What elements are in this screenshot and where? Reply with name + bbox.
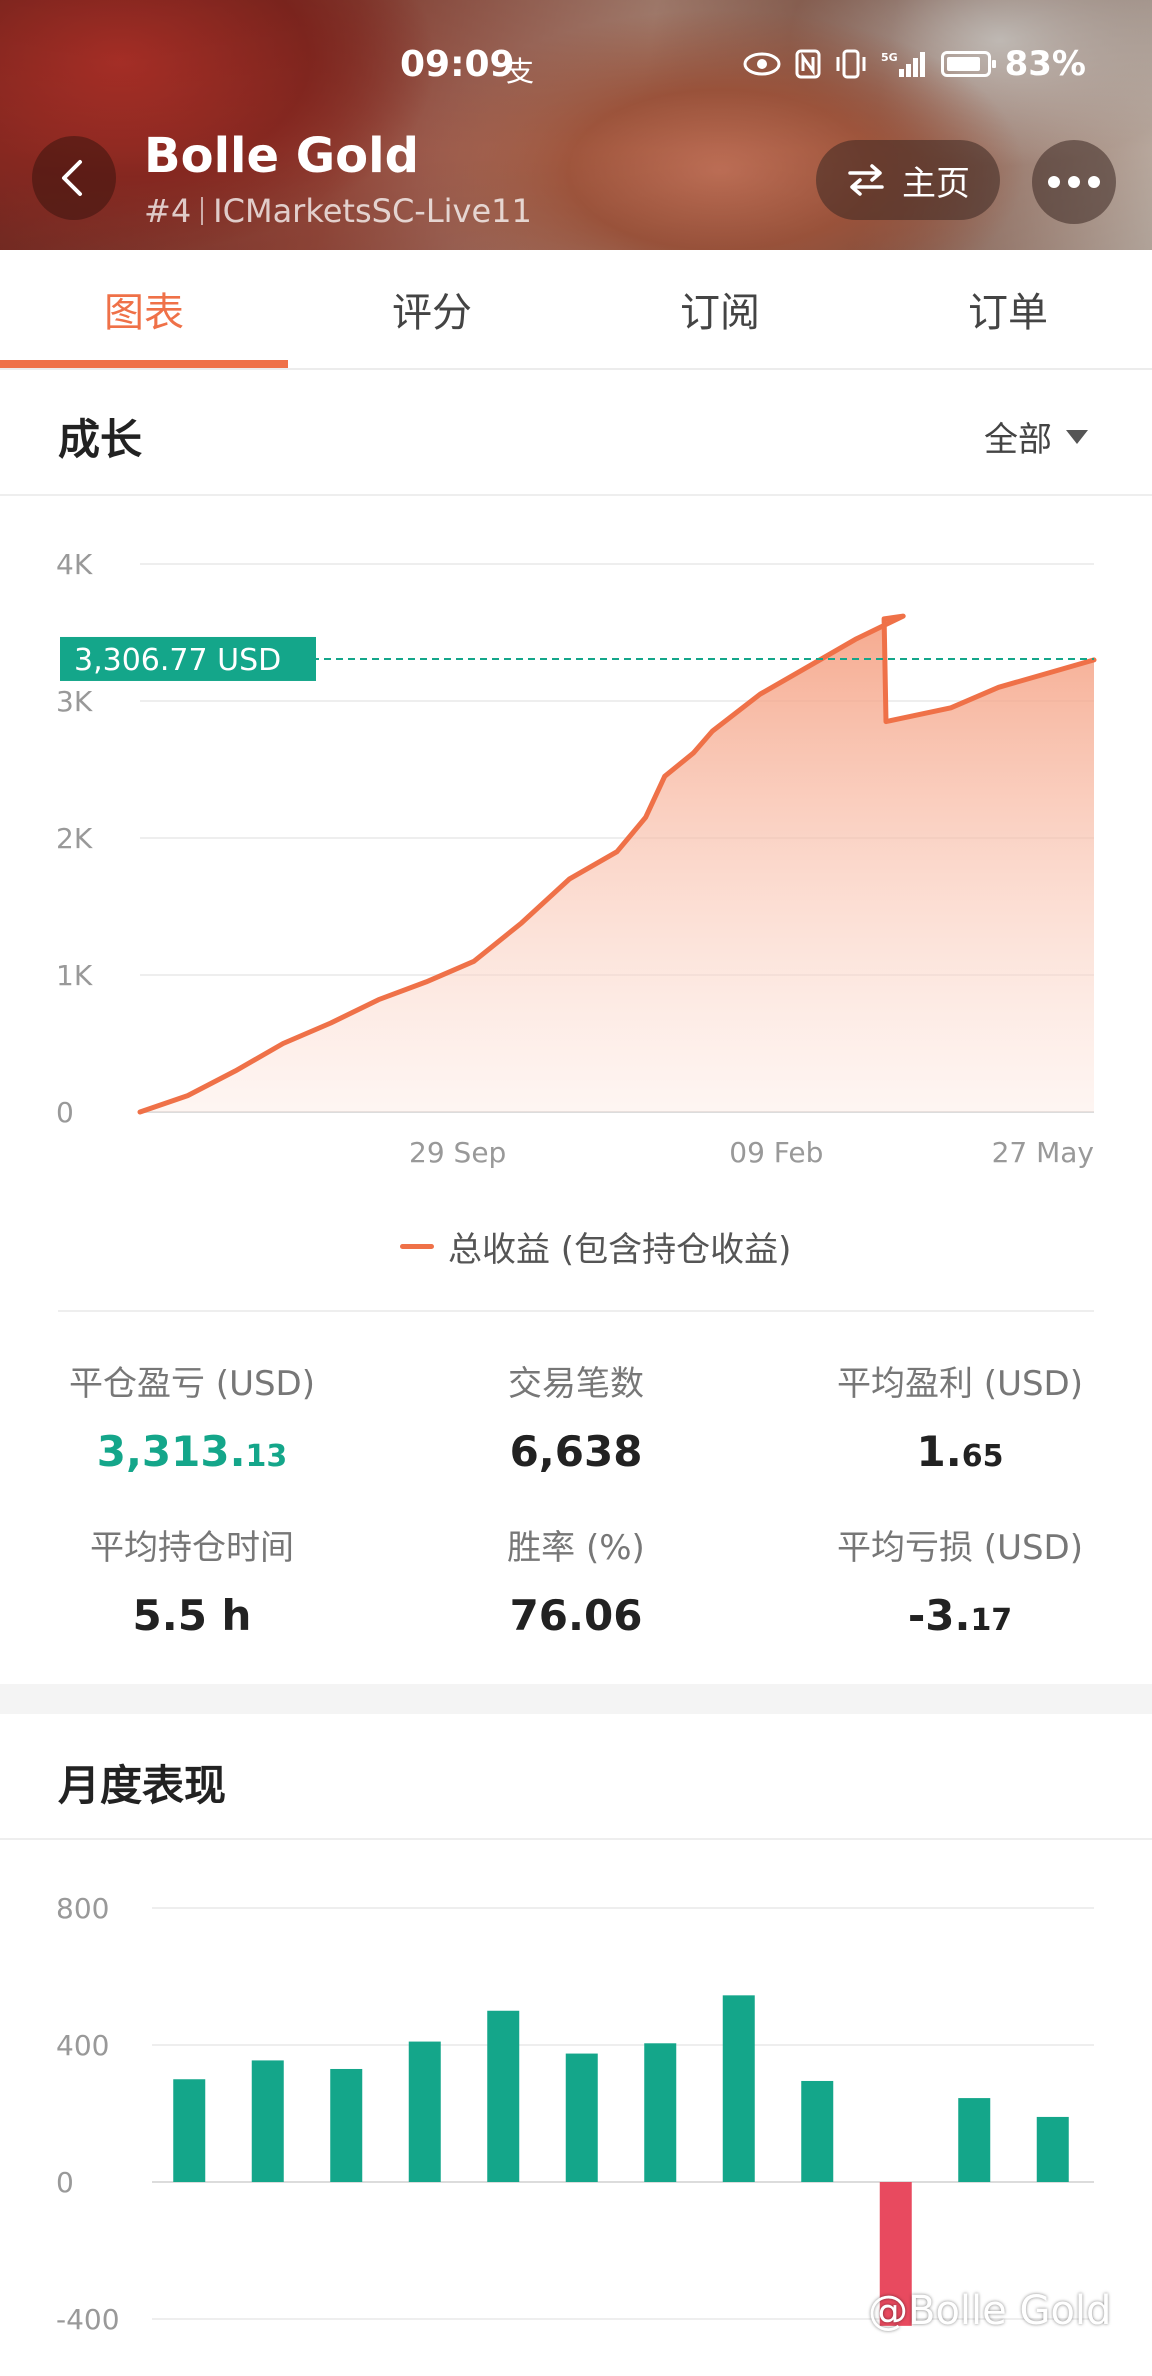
caret-down-icon [1066, 429, 1088, 444]
stat-value: 3,313.13 [0, 1427, 384, 1476]
payment-app-icon: 支 [506, 55, 535, 88]
x-tick-label: 29 Sep [409, 1136, 506, 1169]
stat-item: 胜率 (%) 76.06 [384, 1520, 768, 1640]
home-button-label: 主页 [902, 163, 970, 204]
current-value-label: 3,306.77 USD [74, 643, 281, 678]
tab-bar: 图表 评分 订阅 订单 [0, 250, 1152, 370]
stat-value: 5.5 h [0, 1591, 384, 1640]
y-tick-label: 400 [56, 2029, 109, 2062]
monthly-title: 月度表现 [58, 1761, 227, 1810]
monthly-bar [722, 1995, 755, 2182]
stat-value: 6,638 [384, 1427, 768, 1476]
stat-label: 平仓盈亏 (USD) [69, 1364, 315, 1404]
stat-item: 平仓盈亏 (USD) 3,313.13 [0, 1356, 384, 1476]
tab-orders[interactable]: 订单 [864, 250, 1152, 368]
stat-value-integer: 1. [916, 1427, 962, 1476]
battery-level: 83% [1004, 44, 1086, 84]
stat-value-decimal: 13 [245, 1439, 288, 1474]
y-tick-label: 0 [56, 2166, 74, 2199]
stat-value-decimal: 17 [970, 1603, 1013, 1638]
broker-server: ICMarketsSC-Live11 [213, 192, 532, 230]
stat-value: 1.65 [768, 1427, 1152, 1476]
stat-label: 平均盈利 (USD) [837, 1364, 1083, 1404]
section-divider [0, 494, 1152, 496]
stat-value-integer: 6,638 [509, 1427, 643, 1476]
swap-arrows-icon [848, 164, 884, 196]
home-button[interactable]: 主页 [816, 140, 1000, 220]
stat-item: 平均盈利 (USD) 1.65 [768, 1356, 1152, 1476]
signal-icon: 5G [881, 51, 925, 77]
strategy-rank: #4 [144, 192, 192, 230]
y-tick-label: 4K [56, 548, 93, 581]
watermark: @Bolle Gold [868, 2288, 1112, 2334]
y-tick-label: 1K [56, 959, 93, 992]
monthly-bar [251, 2060, 284, 2182]
stats-divider [58, 1310, 1094, 1312]
dot-icon [1088, 176, 1100, 188]
status-time: 09:09 [400, 44, 515, 85]
subtitle-separator [201, 197, 204, 225]
y-tick-label: 800 [56, 1892, 109, 1925]
more-options-button[interactable] [1032, 140, 1116, 224]
y-tick-label: 2K [56, 822, 93, 855]
legend-label: 总收益 (包含持仓收益) [448, 1230, 792, 1270]
tab-rating[interactable]: 评分 [288, 250, 576, 368]
stat-label: 交易笔数 [508, 1364, 644, 1404]
y-tick-label: 3K [56, 685, 93, 718]
growth-chart: 0 1K 2K 3K 4K 3,306.77 USD 29 Sep 09 Feb 27 May [56, 548, 1097, 1169]
stat-value-decimal: 65 [961, 1439, 1004, 1474]
monthly-bar [1036, 2116, 1069, 2182]
monthly-bar [644, 2043, 677, 2182]
stat-value-integer: 3,313. [96, 1427, 246, 1476]
monthly-bar [801, 2080, 834, 2182]
monthly-bar [958, 2098, 991, 2182]
monthly-bar [487, 2010, 520, 2182]
stat-label: 平均持仓时间 [90, 1528, 294, 1568]
stat-item: 平均持仓时间 5.5 h [0, 1520, 384, 1640]
growth-legend: 总收益 (包含持仓收益) [400, 1222, 791, 1271]
x-tick-label: 09 Feb [729, 1136, 823, 1169]
status-icons: 5G 83% [743, 44, 1086, 84]
back-button[interactable] [32, 136, 116, 220]
vibrate-icon [836, 49, 866, 79]
x-tick-label: 27 May [992, 1136, 1094, 1169]
strategy-title: Bolle Gold [144, 128, 419, 184]
monthly-bar [173, 2079, 206, 2182]
chevron-left-icon [62, 160, 82, 196]
strategy-subtitle: #4 ICMarketsSC-Live11 [144, 192, 532, 230]
active-tab-indicator [0, 360, 288, 368]
stat-label: 胜率 (%) [507, 1528, 645, 1568]
tab-subscribe[interactable]: 订阅 [576, 250, 864, 368]
stat-value: -3.17 [768, 1591, 1152, 1640]
period-dropdown[interactable]: 全部 [984, 412, 1088, 461]
section-gap [0, 1684, 1152, 1714]
legend-swatch [400, 1244, 434, 1249]
nfc-icon [795, 49, 821, 79]
stat-label: 平均亏损 (USD) [837, 1528, 1083, 1568]
monthly-bar [408, 2041, 441, 2182]
battery-icon [940, 51, 996, 77]
stat-value-integer: 5.5 h [132, 1591, 252, 1640]
period-dropdown-label: 全部 [984, 420, 1052, 460]
stat-value-integer: 76.06 [509, 1591, 643, 1640]
dot-icon [1048, 176, 1060, 188]
tab-chart[interactable]: 图表 [0, 250, 288, 368]
y-tick-label: -400 [56, 2303, 120, 2336]
eye-icon [743, 52, 781, 76]
profile-header: 09:09 支 5G 83% Bolle Gold #4 ICMarketsSC… [0, 0, 1152, 250]
status-bar: 09:09 支 5G 83% [0, 40, 1152, 90]
monthly-bar [330, 2068, 363, 2182]
growth-area [140, 616, 1094, 1112]
growth-title: 成长 [58, 415, 143, 464]
stat-value-integer: -3. [907, 1591, 971, 1640]
monthly-bar [565, 2053, 598, 2182]
dot-icon [1068, 176, 1080, 188]
y-tick-label: 0 [56, 1096, 74, 1129]
svg-text:5G: 5G [881, 51, 898, 64]
stat-item: 交易笔数 6,638 [384, 1356, 768, 1476]
stat-value: 76.06 [384, 1591, 768, 1640]
stat-item: 平均亏损 (USD) -3.17 [768, 1520, 1152, 1640]
